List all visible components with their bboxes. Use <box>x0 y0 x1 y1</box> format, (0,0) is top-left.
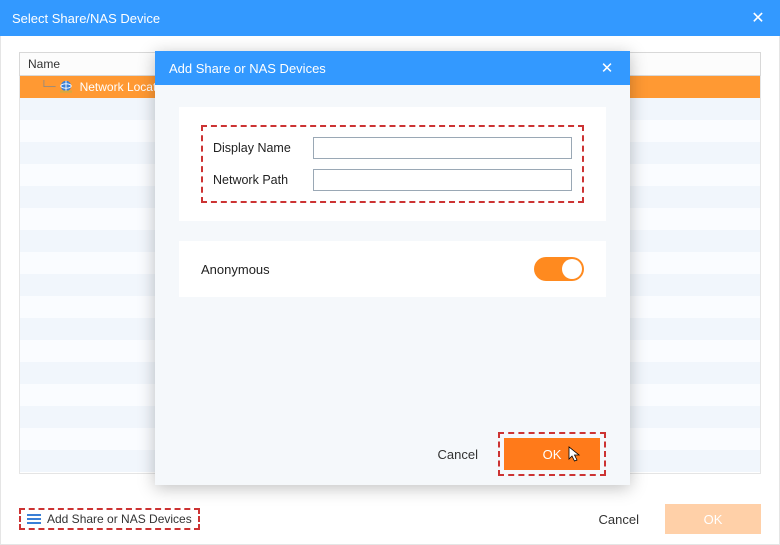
cursor-icon <box>568 446 582 464</box>
parent-close-icon[interactable]: ✕ <box>748 8 768 28</box>
anonymous-label: Anonymous <box>201 262 534 277</box>
toggle-knob-icon <box>562 259 582 279</box>
anonymous-toggle[interactable] <box>534 257 584 281</box>
parent-title: Select Share/NAS Device <box>12 11 748 26</box>
parent-titlebar: Select Share/NAS Device ✕ <box>0 0 780 36</box>
modal-close-icon[interactable]: ✕ <box>598 59 616 77</box>
network-path-row: Network Path <box>213 169 572 191</box>
list-icon <box>27 513 41 525</box>
display-name-row: Display Name <box>213 137 572 159</box>
modal-body: Display Name Network Path Anonymous <box>155 85 630 429</box>
fields-highlight: Display Name Network Path <box>201 125 584 203</box>
modal-footer: Cancel OK <box>155 429 630 485</box>
modal-title: Add Share or NAS Devices <box>169 61 598 76</box>
modal-cancel-button[interactable]: Cancel <box>438 447 478 462</box>
parent-ok-label: OK <box>704 512 723 527</box>
add-share-dialog: Add Share or NAS Devices ✕ Display Name … <box>155 51 630 485</box>
fields-panel: Display Name Network Path <box>179 107 606 221</box>
tree-connector-icon: └─ <box>40 81 56 93</box>
network-path-label: Network Path <box>213 173 307 187</box>
parent-cancel-button[interactable]: Cancel <box>599 512 639 527</box>
modal-ok-label: OK <box>543 447 562 462</box>
display-name-input[interactable] <box>313 137 572 159</box>
parent-footer: Add Share or NAS Devices Cancel OK <box>19 504 761 534</box>
ok-highlight: OK <box>498 432 606 476</box>
add-share-link[interactable]: Add Share or NAS Devices <box>19 508 200 530</box>
add-share-link-label: Add Share or NAS Devices <box>47 512 192 526</box>
parent-ok-button[interactable]: OK <box>665 504 761 534</box>
modal-ok-button[interactable]: OK <box>504 438 600 470</box>
network-location-icon <box>58 80 74 94</box>
anonymous-panel: Anonymous <box>179 241 606 297</box>
grid-header-name: Name <box>28 57 60 71</box>
display-name-label: Display Name <box>213 141 307 155</box>
modal-titlebar: Add Share or NAS Devices ✕ <box>155 51 630 85</box>
network-path-input[interactable] <box>313 169 572 191</box>
